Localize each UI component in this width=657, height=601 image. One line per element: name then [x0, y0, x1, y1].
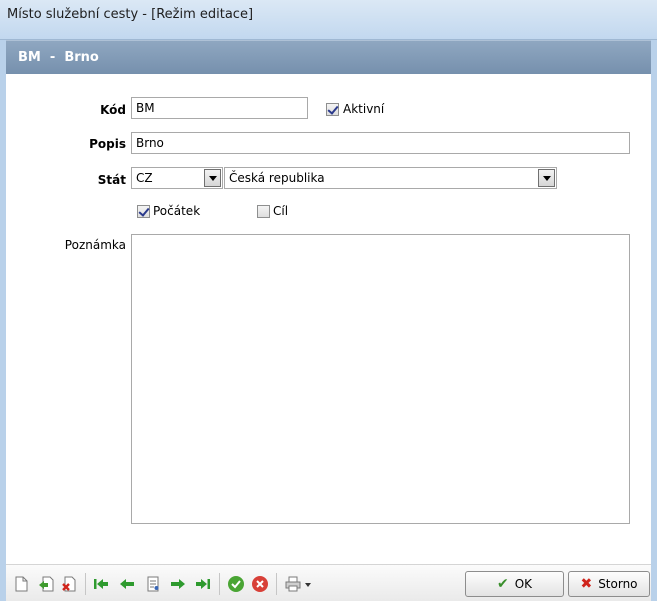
storno-button-label: Storno	[598, 577, 638, 591]
ok-button-label: OK	[514, 577, 533, 591]
stat-name-dropdown-icon[interactable]	[538, 169, 555, 187]
pocatek-label: Počátek	[153, 204, 201, 218]
storno-button[interactable]: ✖ Storno	[568, 571, 650, 597]
ok-check-icon: ✔	[496, 576, 509, 592]
delete-record-icon[interactable]	[60, 575, 78, 593]
last-record-icon[interactable]	[194, 575, 212, 593]
stat-name-value: Česká republika	[229, 171, 325, 185]
previous-record-icon[interactable]	[118, 575, 136, 593]
record-detail-icon[interactable]	[144, 575, 162, 593]
pocatek-checkbox[interactable]	[137, 205, 150, 218]
bottom-toolbar: ✔ OK ✖ Storno	[6, 564, 651, 601]
kod-label: Kód	[100, 103, 126, 117]
toolbar-separator	[85, 573, 86, 595]
stat-name-select[interactable]: Česká republika	[224, 167, 557, 189]
cancel-icon[interactable]	[251, 575, 269, 593]
toolbar-separator	[276, 573, 277, 595]
storno-x-icon: ✖	[580, 576, 593, 592]
cil-checkbox[interactable]	[257, 205, 270, 218]
editor-window: Místo služební cesty - [Režim editace] B…	[0, 0, 657, 601]
aktivni-label: Aktivní	[343, 102, 385, 116]
new-record-icon[interactable]	[12, 575, 30, 593]
confirm-icon[interactable]	[227, 575, 245, 593]
poznamka-label: Poznámka	[64, 238, 126, 252]
popis-input[interactable]	[131, 132, 630, 154]
first-record-icon[interactable]	[92, 575, 110, 593]
toolbar-separator	[219, 573, 220, 595]
print-dropdown-icon[interactable]	[303, 575, 313, 593]
cil-label: Cíl	[273, 204, 289, 218]
stat-label: Stát	[97, 173, 126, 187]
stat-code-value: CZ	[136, 171, 153, 185]
record-header-title: BM - Brno	[18, 50, 99, 65]
ok-button[interactable]: ✔ OK	[465, 571, 564, 597]
next-record-icon[interactable]	[169, 575, 187, 593]
stat-code-dropdown-icon[interactable]	[204, 169, 221, 187]
copy-record-icon[interactable]	[37, 575, 55, 593]
popis-label: Popis	[89, 137, 126, 151]
poznamka-textarea[interactable]	[131, 234, 630, 524]
print-icon[interactable]	[284, 575, 302, 593]
record-header: BM - Brno	[6, 40, 651, 74]
form-area: Kód Aktivní Popis Stát CZ Česká republik…	[6, 74, 651, 564]
title-bar: Místo služební cesty - [Režim editace]	[0, 0, 657, 40]
window-title: Místo služební cesty - [Režim editace]	[7, 7, 254, 22]
stat-code-select[interactable]: CZ	[131, 167, 223, 189]
kod-input[interactable]	[131, 97, 308, 119]
aktivni-checkbox[interactable]	[326, 103, 339, 116]
